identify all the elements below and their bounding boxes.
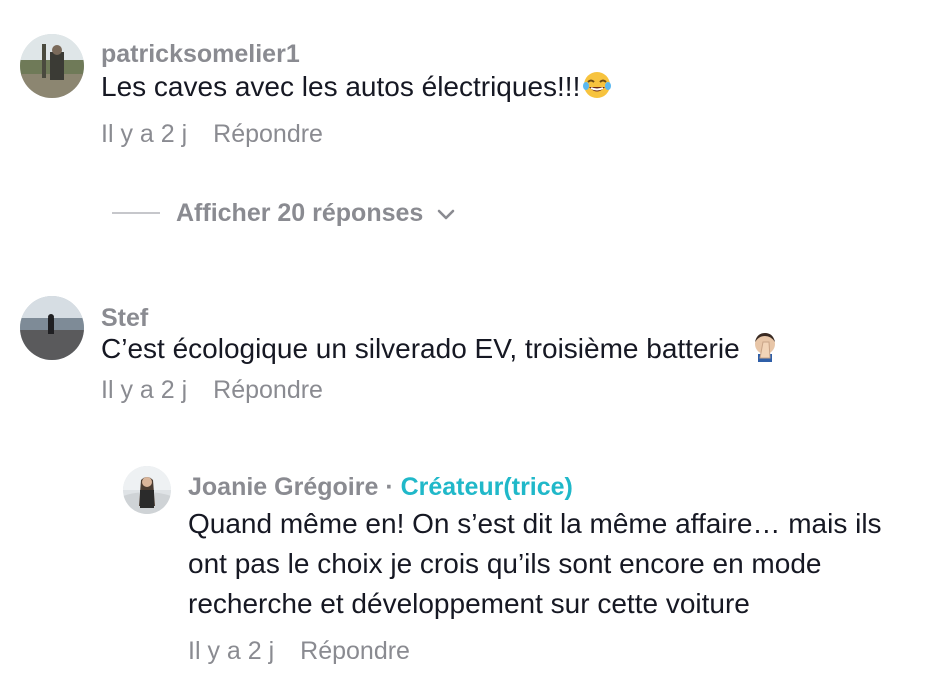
avatar[interactable]: [20, 34, 84, 98]
replies-divider-line: [112, 212, 160, 214]
comment-patricksomelier1: patricksomelier1 Les caves avec les auto…: [20, 34, 612, 149]
chevron-down-icon: [437, 199, 455, 228]
reply-text: Quand même en! On s’est dit la même affa…: [188, 508, 882, 619]
reply-username-row: Joanie Grégoire · Créateur(trice): [188, 472, 918, 502]
reply-meta: Il y a 2 j Répondre: [188, 636, 918, 666]
comment-timestamp: Il y a 2 j: [101, 120, 188, 148]
view-replies-button[interactable]: Afficher 20 réponses: [112, 196, 455, 230]
comment-text-content: C’est écologique un silverado EV, troisi…: [101, 333, 740, 364]
comment-username[interactable]: patricksomelier1: [101, 39, 612, 69]
avatar[interactable]: [123, 466, 171, 514]
reply-username[interactable]: Joanie Grégoire: [188, 473, 378, 501]
reply-button[interactable]: Répondre: [300, 636, 410, 666]
comment-meta: Il y a 2 j Répondre: [101, 119, 612, 149]
facepalm-emoji-icon: [749, 330, 781, 373]
username-separator: ·: [385, 473, 394, 501]
reply-button[interactable]: Répondre: [213, 119, 323, 149]
view-replies-label: Afficher 20 réponses: [176, 198, 424, 227]
comment-stef: Stef C’est écologique un silverado EV, t…: [20, 296, 781, 405]
comment-text-content: Les caves avec les autos électriques!!!: [101, 71, 581, 102]
creator-badge: Créateur(trice): [400, 473, 573, 501]
comment-text: Les caves avec les autos électriques!!!: [101, 67, 612, 111]
comment-meta: Il y a 2 j Répondre: [101, 375, 781, 405]
comment-text: C’est écologique un silverado EV, troisi…: [101, 329, 781, 373]
reply-button[interactable]: Répondre: [213, 375, 323, 405]
joy-emoji-icon: [582, 70, 612, 111]
comment-timestamp: Il y a 2 j: [101, 376, 188, 404]
reply-timestamp: Il y a 2 j: [188, 637, 275, 665]
avatar[interactable]: [20, 296, 84, 360]
reply-joanie-gregoire: Joanie Grégoire · Créateur(trice) Quand …: [123, 466, 918, 666]
